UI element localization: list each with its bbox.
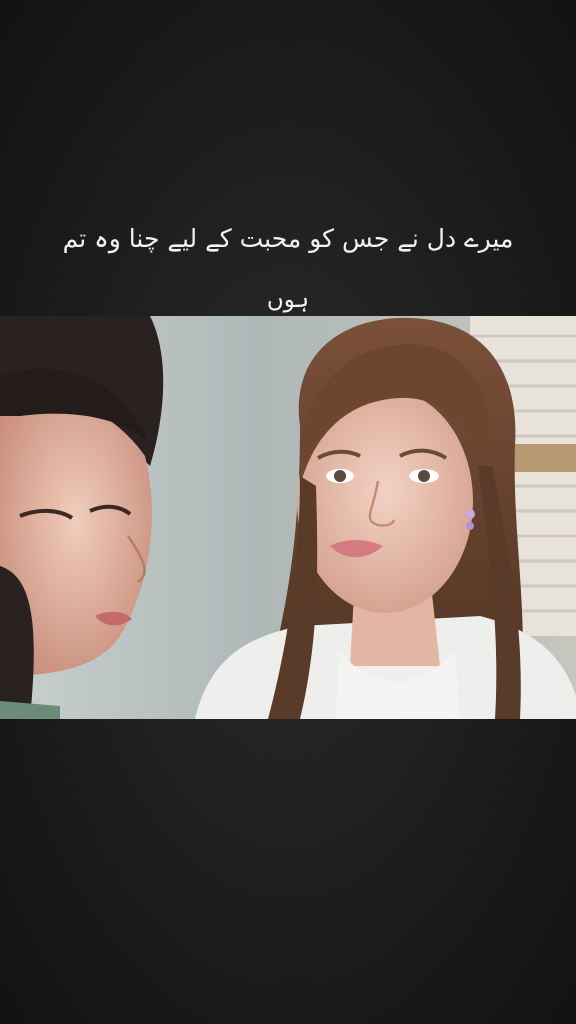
video-still — [0, 316, 576, 719]
video-frame[interactable] — [0, 316, 576, 719]
caption-line-1: میرے دل نے جس کو محبت کے لیے چنا وہ تم — [62, 224, 514, 253]
caption-line-2: ہوں — [266, 287, 310, 313]
subtitle-caption: میرے دل نے جس کو محبت کے لیے چنا وہ تم ہ… — [0, 210, 576, 320]
video-screen[interactable]: میرے دل نے جس کو محبت کے لیے چنا وہ تم ہ… — [0, 0, 576, 1024]
